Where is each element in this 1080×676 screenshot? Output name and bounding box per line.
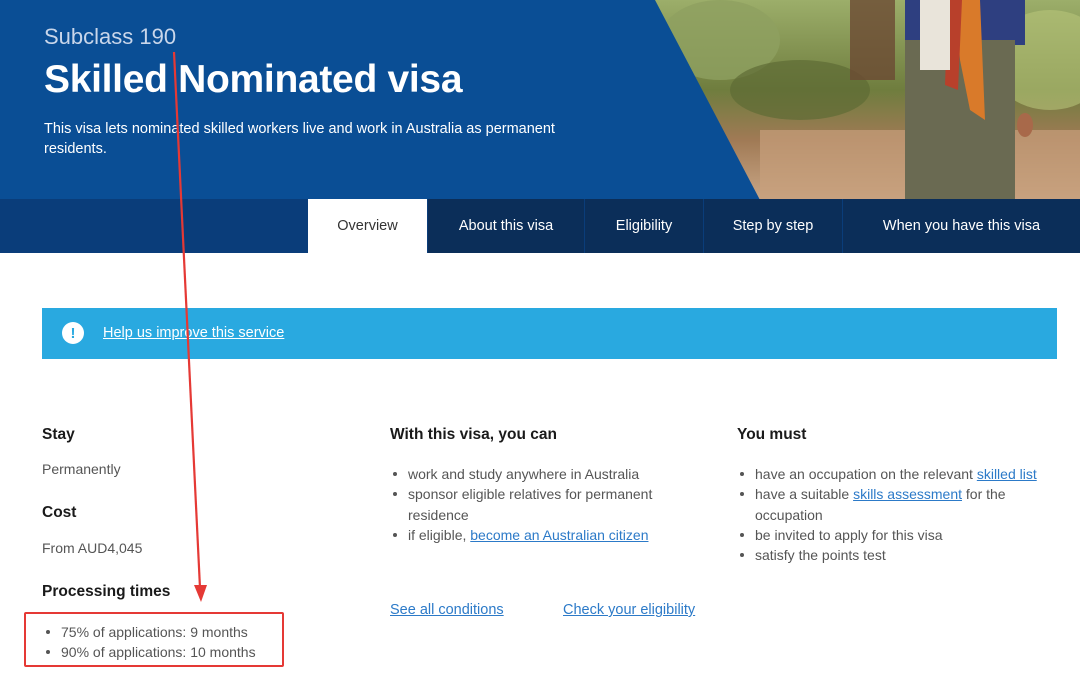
list-item: sponsor eligible relatives for permanent… bbox=[390, 484, 690, 525]
processing-times-heading: Processing times bbox=[42, 583, 171, 600]
page-title: Skilled Nominated visa bbox=[44, 58, 463, 101]
skilled-list-link[interactable]: skilled list bbox=[977, 466, 1037, 482]
list-item: work and study anywhere in Australia bbox=[390, 464, 690, 484]
cost-heading: Cost bbox=[42, 504, 77, 521]
list-item: satisfy the points test bbox=[737, 545, 1057, 565]
cost-value: From AUD4,045 bbox=[42, 540, 143, 556]
subclass-label: Subclass 190 bbox=[44, 24, 177, 49]
list-item: have a suitable skills assessment for th… bbox=[737, 484, 1057, 525]
skills-assessment-link[interactable]: skills assessment bbox=[853, 486, 962, 502]
tab-overview[interactable]: Overview bbox=[308, 199, 427, 253]
see-all-conditions-link[interactable]: See all conditions bbox=[390, 602, 504, 618]
check-eligibility-link[interactable]: Check your eligibility bbox=[563, 602, 695, 618]
tab-eligibility[interactable]: Eligibility bbox=[585, 199, 703, 253]
help-improve-link[interactable]: Help us improve this service bbox=[103, 325, 284, 341]
list-item: have an occupation on the relevant skill… bbox=[737, 464, 1057, 484]
exclamation-icon: ! bbox=[62, 322, 84, 344]
list-item-text: if eligible, bbox=[408, 526, 471, 543]
tab-when-you-have-this-visa[interactable]: When you have this visa bbox=[843, 199, 1080, 253]
you-must-list: have an occupation on the relevant skill… bbox=[737, 464, 1057, 565]
become-citizen-link[interactable]: become an Australian citizen bbox=[470, 527, 648, 543]
list-item: if eligible, become an Australian citize… bbox=[390, 525, 690, 545]
you-must-heading: You must bbox=[737, 426, 807, 443]
stay-value: Permanently bbox=[42, 461, 121, 477]
list-item-text: have a suitable bbox=[755, 486, 854, 503]
tab-about-this-visa[interactable]: About this visa bbox=[428, 199, 584, 253]
tab-step-by-step[interactable]: Step by step bbox=[704, 199, 842, 253]
list-item: be invited to apply for this visa bbox=[737, 525, 1057, 545]
list-item-text: have an occupation on the relevant bbox=[755, 466, 977, 482]
annotation-highlight-box bbox=[24, 612, 284, 667]
with-visa-list: work and study anywhere in Australia spo… bbox=[390, 464, 690, 545]
stay-heading: Stay bbox=[42, 426, 75, 443]
with-visa-heading: With this visa, you can bbox=[390, 426, 557, 443]
hero-description: This visa lets nominated skilled workers… bbox=[44, 121, 555, 157]
